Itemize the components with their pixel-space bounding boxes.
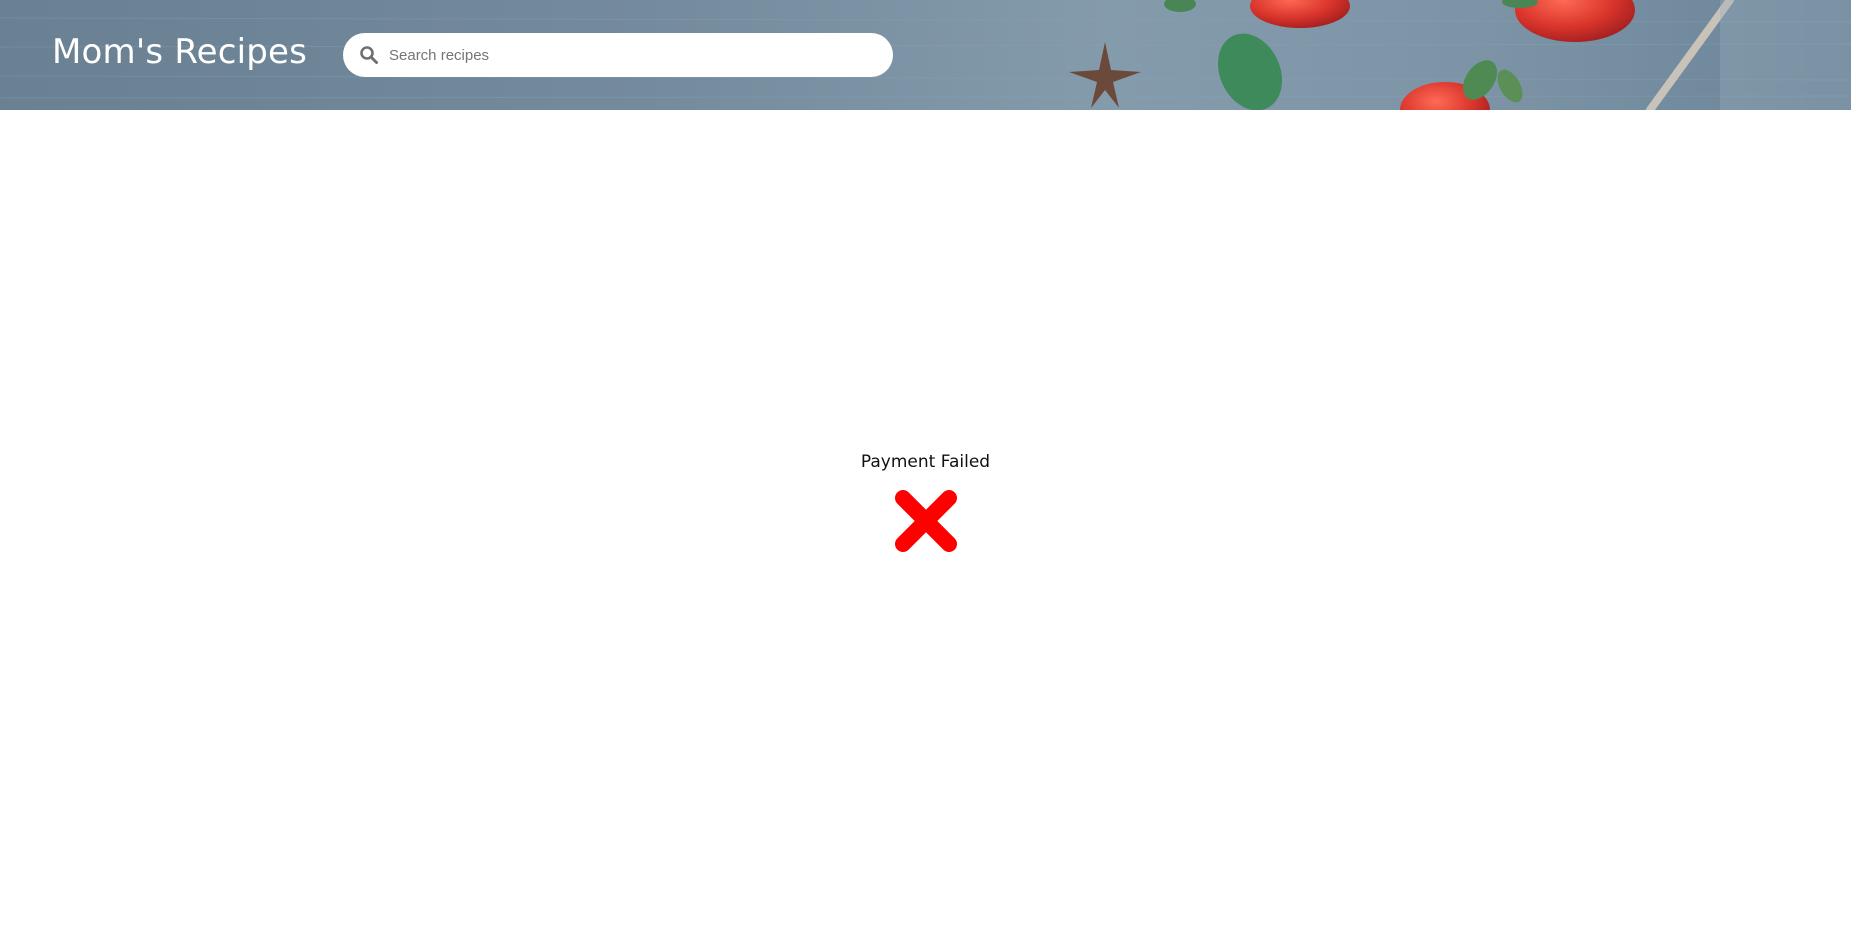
payment-status-message: Payment Failed: [860, 452, 991, 472]
payment-status: Payment Failed: [0, 452, 1851, 556]
main-content: Payment Failed: [0, 110, 1851, 942]
search-input[interactable]: [389, 35, 869, 75]
close-x-icon: [894, 490, 957, 552]
search-icon: [360, 46, 378, 64]
search-bar[interactable]: [343, 33, 893, 77]
site-header: Mom's Recipes: [0, 0, 1851, 110]
site-title[interactable]: Mom's Recipes: [52, 32, 307, 72]
